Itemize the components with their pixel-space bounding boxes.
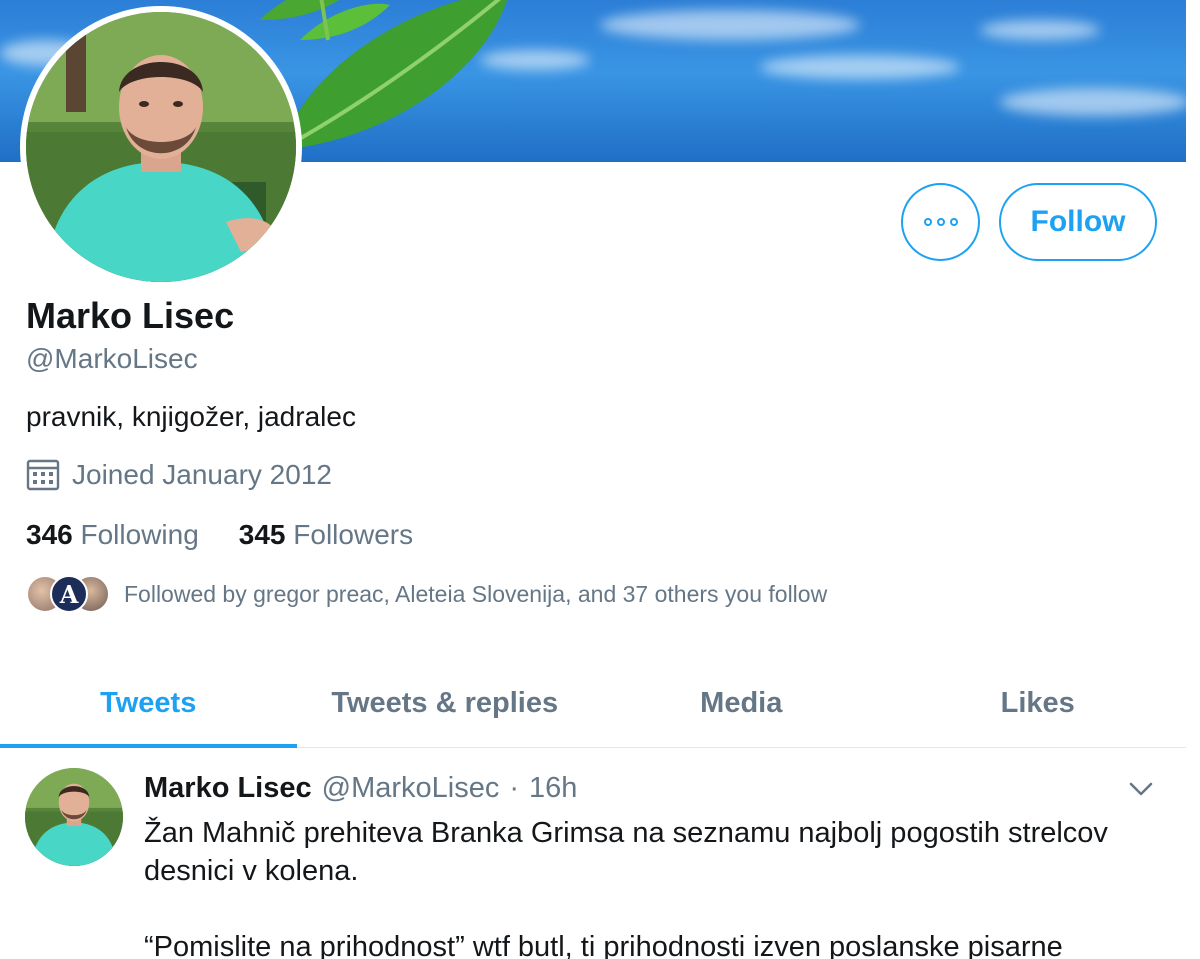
tab-tweets-replies[interactable]: Tweets & replies [297,660,594,747]
tab-likes[interactable]: Likes [890,660,1187,747]
followed-by-avatars: A [26,575,110,613]
following-count: 346 [26,519,73,550]
tweet-author-handle[interactable]: @MarkoLisec [322,772,500,805]
followers-label: Followers [293,519,414,550]
followers-count: 345 [238,519,286,550]
avatar-photo [26,12,296,282]
tab-tweets[interactable]: Tweets [0,660,297,748]
calendar-icon [26,459,60,491]
chevron-down-icon[interactable] [1126,774,1156,804]
joined-date: Joined January 2012 [26,459,332,491]
follow-stats: 346 Following 345 Followers [26,519,413,551]
tweet-separator: · [509,772,520,804]
tweet-avatar[interactable] [25,768,123,866]
profile-avatar[interactable] [20,6,302,288]
followers-link[interactable]: 345 Followers [239,519,413,551]
following-link[interactable]: 346 Following [26,519,199,551]
more-options-button[interactable] [901,183,980,261]
joined-text: Joined January 2012 [72,459,332,490]
following-label: Following [80,519,199,550]
followed-by-row[interactable]: A Followed by gregor preac, Aleteia Slov… [26,575,827,613]
tweet-timestamp[interactable]: 16h [529,772,577,805]
tweet-paragraph: “Pomislite na prihodnost” wtf butl, ti p… [144,931,1063,959]
tab-media[interactable]: Media [593,660,890,747]
profile-tabs: Tweets Tweets & replies Media Likes [0,660,1186,748]
follow-button[interactable]: Follow [999,183,1157,261]
tweet-author-name[interactable]: Marko Lisec [144,772,312,805]
more-dots-icon [923,218,958,226]
avatar-photo [25,768,123,866]
profile-handle: @MarkoLisec [26,343,198,374]
followed-by-text: Followed by gregor preac, Aleteia Sloven… [124,580,828,607]
tweet-text: Žan Mahnič prehiteva Branka Grimsa na se… [144,814,1154,959]
tweet[interactable]: Marko Lisec @MarkoLisec · 16h Žan Mahnič… [0,748,1186,959]
tweet-paragraph: Žan Mahnič prehiteva Branka Grimsa na se… [144,817,1108,887]
profile-bio: pravnik, knjigožer, jadralec [26,401,356,432]
aleteia-logo-icon: A [50,575,88,613]
profile-name: Marko Lisec [26,295,235,336]
tweet-header: Marko Lisec @MarkoLisec · 16h [144,772,577,805]
